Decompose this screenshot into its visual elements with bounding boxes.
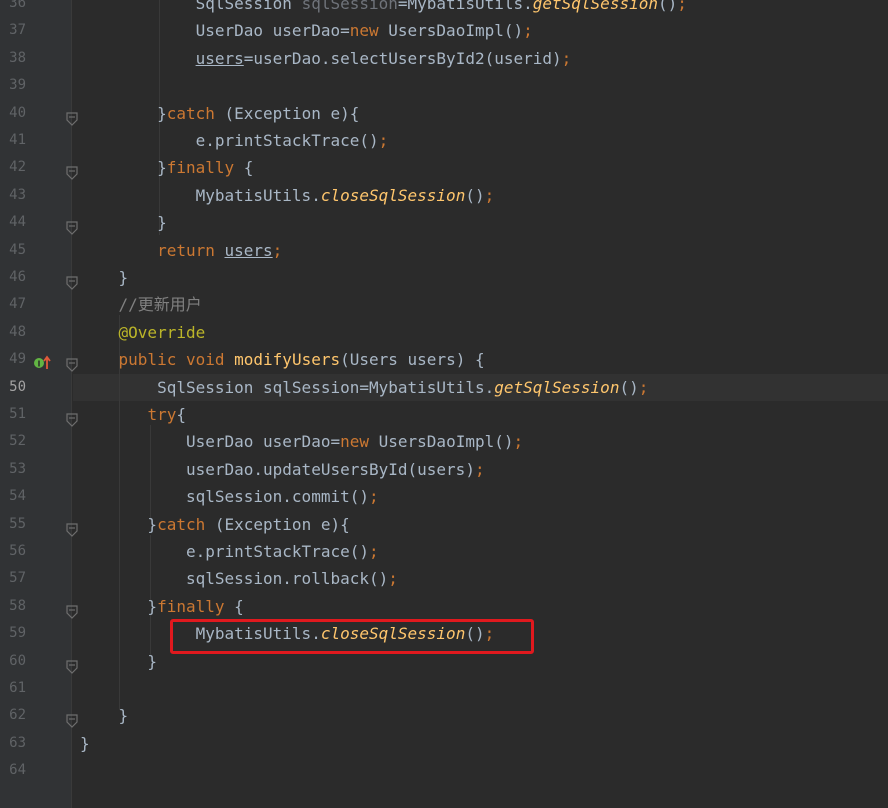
line-number: 49 — [9, 351, 26, 368]
line-number: 63 — [9, 734, 26, 751]
line-number: 57 — [9, 570, 26, 587]
code-line[interactable]: 64 — [0, 757, 888, 784]
code-line[interactable]: 62 } — [0, 702, 888, 729]
code-line[interactable]: 48 @Override — [0, 319, 888, 346]
code-line[interactable]: 61 — [0, 675, 888, 702]
code-text[interactable]: e.printStackTrace(); — [80, 127, 389, 154]
code-line[interactable]: 36 SqlSession sqlSession=MybatisUtils.ge… — [0, 0, 888, 17]
line-number: 61 — [9, 680, 26, 696]
fold-marker-icon[interactable] — [66, 107, 78, 126]
override-method-icon[interactable]: I — [33, 352, 53, 370]
code-text[interactable]: //更新用户 — [80, 291, 202, 318]
code-text[interactable]: public void modifyUsers(Users users) { — [80, 346, 485, 373]
code-text[interactable]: } — [80, 648, 157, 675]
fold-marker-icon[interactable] — [66, 216, 78, 236]
line-number: 38 — [9, 49, 26, 66]
code-text[interactable]: } — [80, 730, 90, 757]
fold-marker-icon[interactable] — [66, 161, 78, 181]
code-text[interactable]: SqlSession sqlSession=MybatisUtils.getSq… — [80, 0, 687, 17]
line-number: 62 — [9, 707, 26, 724]
line-number: 58 — [9, 597, 26, 614]
fold-marker-icon[interactable] — [66, 709, 78, 729]
code-line[interactable]: 39 — [0, 72, 888, 99]
code-text[interactable]: e.printStackTrace(); — [80, 538, 379, 565]
code-text[interactable]: }catch (Exception e){ — [80, 511, 349, 538]
line-number: 39 — [9, 77, 26, 94]
code-text[interactable]: sqlSession.commit(); — [80, 483, 379, 510]
code-text[interactable]: }catch (Exception e){ — [80, 100, 359, 127]
line-number: 47 — [9, 296, 26, 313]
line-number: 52 — [9, 433, 26, 450]
red-highlight-box — [170, 619, 534, 654]
code-line[interactable]: 49 public void modifyUsers(Users users) … — [0, 346, 888, 373]
code-line[interactable]: 40 }catch (Exception e){ — [0, 100, 888, 127]
code-text[interactable]: MybatisUtils.closeSqlSession(); — [80, 182, 495, 209]
code-text[interactable]: @Override — [80, 319, 206, 346]
code-line[interactable]: 52 UserDao userDao=new UsersDaoImpl(); — [0, 428, 888, 455]
code-text[interactable]: }finally { — [80, 154, 253, 181]
code-text[interactable]: }finally { — [80, 593, 243, 620]
line-number: 37 — [9, 22, 26, 39]
code-line[interactable]: 47 //更新用户 — [0, 291, 888, 318]
fold-marker-icon[interactable] — [66, 408, 78, 427]
code-text[interactable]: userDao.updateUsersById(users); — [80, 456, 485, 483]
code-text[interactable]: sqlSession.rollback(); — [80, 565, 398, 592]
code-line[interactable]: 57 sqlSession.rollback(); — [0, 565, 888, 592]
code-line[interactable]: 51 try{ — [0, 401, 888, 428]
code-text[interactable]: UserDao userDao=new UsersDaoImpl(); — [80, 17, 533, 44]
line-number: 41 — [9, 132, 26, 148]
line-number: 45 — [9, 241, 26, 258]
code-text[interactable]: SqlSession sqlSession=MybatisUtils.getSq… — [80, 374, 648, 401]
line-number: 46 — [9, 269, 26, 285]
fold-marker-icon[interactable] — [66, 600, 78, 619]
line-number: 50 — [9, 378, 26, 395]
fold-marker-icon[interactable] — [66, 518, 78, 537]
line-number: 55 — [9, 515, 26, 532]
code-line[interactable]: 50 SqlSession sqlSession=MybatisUtils.ge… — [0, 374, 888, 401]
code-line[interactable]: 38 users=userDao.selectUsersById2(userid… — [0, 45, 888, 72]
code-line[interactable]: 53 userDao.updateUsersById(users); — [0, 456, 888, 483]
line-number: 48 — [9, 323, 26, 340]
code-line[interactable]: 46 } — [0, 264, 888, 291]
code-text[interactable]: } — [80, 209, 167, 236]
code-text[interactable]: users=userDao.selectUsersById2(userid); — [80, 45, 572, 72]
code-line[interactable]: 63} — [0, 730, 888, 757]
code-line[interactable]: 41 e.printStackTrace(); — [0, 127, 888, 154]
svg-text:I: I — [38, 360, 41, 369]
code-text[interactable]: } — [80, 702, 129, 729]
line-number: 43 — [9, 186, 26, 203]
code-text[interactable]: try{ — [80, 401, 186, 428]
line-number: 54 — [9, 488, 26, 505]
line-number: 64 — [9, 762, 26, 779]
code-line[interactable]: 42 }finally { — [0, 154, 888, 181]
line-number: 60 — [9, 652, 26, 669]
line-number: 36 — [9, 0, 26, 11]
line-number: 42 — [9, 159, 26, 176]
code-line[interactable]: 43 MybatisUtils.closeSqlSession(); — [0, 182, 888, 209]
code-text[interactable]: } — [80, 264, 129, 291]
line-number: 56 — [9, 543, 26, 559]
code-text[interactable]: UserDao userDao=new UsersDaoImpl(); — [80, 428, 523, 455]
fold-marker-icon[interactable] — [66, 271, 78, 290]
code-editor[interactable]: 36 SqlSession sqlSession=MybatisUtils.ge… — [0, 0, 888, 808]
line-number: 51 — [9, 406, 26, 422]
code-line[interactable]: 44 } — [0, 209, 888, 236]
line-number: 53 — [9, 460, 26, 477]
code-line[interactable]: 58 }finally { — [0, 593, 888, 620]
line-number: 40 — [9, 104, 26, 121]
code-line[interactable]: 56 e.printStackTrace(); — [0, 538, 888, 565]
line-number: 59 — [9, 625, 26, 642]
code-line[interactable]: 45 return users; — [0, 237, 888, 264]
code-line[interactable]: 55 }catch (Exception e){ — [0, 511, 888, 538]
fold-marker-icon[interactable] — [66, 353, 78, 373]
code-line[interactable]: 37 UserDao userDao=new UsersDaoImpl(); — [0, 17, 888, 44]
code-line[interactable]: 54 sqlSession.commit(); — [0, 483, 888, 510]
fold-marker-icon[interactable] — [66, 655, 78, 674]
code-text[interactable]: return users; — [80, 237, 282, 264]
line-number: 44 — [9, 214, 26, 231]
